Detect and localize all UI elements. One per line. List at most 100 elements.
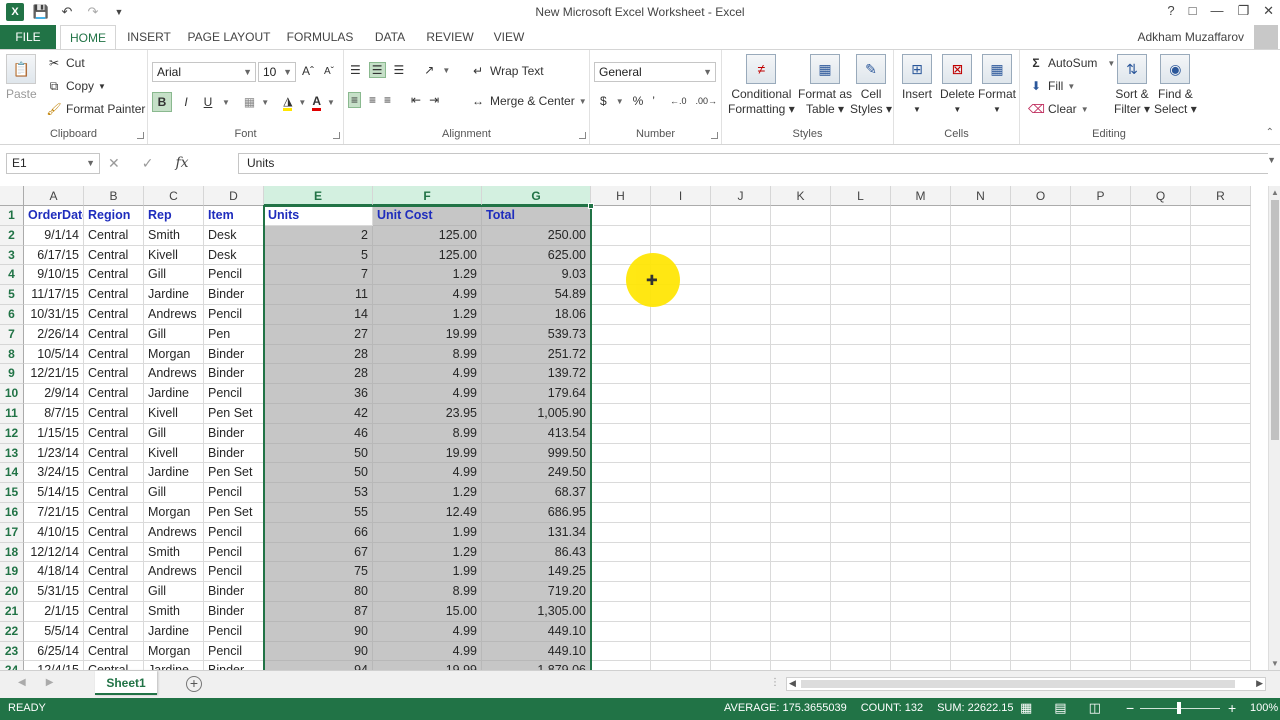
cell-j21[interactable] <box>711 602 771 622</box>
cell-k14[interactable] <box>771 463 831 484</box>
cell-n3[interactable] <box>951 245 1011 266</box>
cell-r3[interactable] <box>1191 245 1251 266</box>
scroll-up-icon[interactable]: ▲ <box>1271 188 1279 197</box>
cell-j18[interactable] <box>711 542 771 563</box>
cell-g4[interactable]: 9.03 <box>482 265 591 286</box>
cell-e9[interactable]: 28 <box>264 364 373 385</box>
cell-f23[interactable]: 4.99 <box>373 641 482 662</box>
cell-d4[interactable]: Pencil <box>204 265 264 286</box>
formula-input[interactable]: Units <box>238 153 1268 174</box>
cell-a8[interactable]: 10/5/14 <box>24 344 84 365</box>
cell-j6[interactable] <box>711 305 771 325</box>
cell-p15[interactable] <box>1071 483 1131 503</box>
cell-g9[interactable]: 139.72 <box>482 364 591 385</box>
cell-h17[interactable] <box>591 522 651 543</box>
italic-button[interactable]: I <box>178 95 194 109</box>
align-top-icon[interactable]: ☰ <box>350 63 361 77</box>
cell-p7[interactable] <box>1071 324 1131 345</box>
cell-a15[interactable]: 5/14/15 <box>24 483 84 503</box>
cell-m9[interactable] <box>891 364 951 385</box>
cell-q7[interactable] <box>1131 324 1191 345</box>
cell-m22[interactable] <box>891 621 951 642</box>
cell-p19[interactable] <box>1071 562 1131 583</box>
cell-k10[interactable] <box>771 384 831 404</box>
scroll-right-icon[interactable]: ▶ <box>1256 678 1263 689</box>
cell-q18[interactable] <box>1131 542 1191 563</box>
redo-icon[interactable]: ↷ <box>84 3 102 21</box>
worksheet-grid[interactable]: A B C D E F G H I J K L M N O P Q R 1 OrderDate Region Rep Ite… <box>0 186 1268 670</box>
cell-l4[interactable] <box>831 265 891 286</box>
cell-g3[interactable]: 625.00 <box>482 245 591 266</box>
cell-l13[interactable] <box>831 443 891 464</box>
cell-p14[interactable] <box>1071 463 1131 484</box>
page-break-view-icon[interactable]: ◫ <box>1089 700 1101 716</box>
cell-e18[interactable]: 67 <box>264 542 373 563</box>
row-header[interactable]: 20 <box>0 582 24 602</box>
cell-o22[interactable] <box>1011 621 1071 642</box>
cell-k23[interactable] <box>771 641 831 662</box>
cell-b14[interactable]: Central <box>84 463 144 484</box>
cell-d2[interactable]: Desk <box>204 225 264 246</box>
cell-d20[interactable]: Binder <box>204 582 264 602</box>
cell-b17[interactable]: Central <box>84 522 144 543</box>
cell-f15[interactable]: 1.29 <box>373 483 482 503</box>
cell-f3[interactable]: 125.00 <box>373 245 482 266</box>
cell-i11[interactable] <box>651 404 711 424</box>
cell-c5[interactable]: Jardine <box>144 285 204 305</box>
cell-l8[interactable] <box>831 344 891 365</box>
zoom-out-icon[interactable]: − <box>1126 700 1134 716</box>
cell-a24[interactable]: 12/4/15 <box>24 661 84 670</box>
cell-p6[interactable] <box>1071 305 1131 325</box>
cell-n7[interactable] <box>951 324 1011 345</box>
cell-a14[interactable]: 3/24/15 <box>24 463 84 484</box>
row-header[interactable]: 14 <box>0 463 24 484</box>
cell-a5[interactable]: 11/17/15 <box>24 285 84 305</box>
cell-k16[interactable] <box>771 503 831 523</box>
cell-h24[interactable] <box>591 661 651 670</box>
copy-button[interactable]: ⧉ Copy ▼ <box>46 79 106 93</box>
cell-r9[interactable] <box>1191 364 1251 385</box>
cell-o5[interactable] <box>1011 285 1071 305</box>
cell-b22[interactable]: Central <box>84 621 144 642</box>
cell-a6[interactable]: 10/31/15 <box>24 305 84 325</box>
cell-k11[interactable] <box>771 404 831 424</box>
cell-p1[interactable] <box>1071 206 1131 226</box>
cell-o10[interactable] <box>1011 384 1071 404</box>
cell-k17[interactable] <box>771 522 831 543</box>
cell-g18[interactable]: 86.43 <box>482 542 591 563</box>
cell-l18[interactable] <box>831 542 891 563</box>
save-icon[interactable]: 💾 <box>32 3 50 21</box>
cell-r20[interactable] <box>1191 582 1251 602</box>
customize-qat-icon[interactable]: ▼ <box>110 3 128 21</box>
cell-l11[interactable] <box>831 404 891 424</box>
cell-b3[interactable]: Central <box>84 245 144 266</box>
cell-p17[interactable] <box>1071 522 1131 543</box>
column-header[interactable]: D <box>204 186 264 206</box>
cell-b7[interactable]: Central <box>84 324 144 345</box>
cell-i19[interactable] <box>651 562 711 583</box>
merge-center-button[interactable]: ↔ Merge & Center ▼ <box>470 94 587 108</box>
cell-g5[interactable]: 54.89 <box>482 285 591 305</box>
cell-c7[interactable]: Gill <box>144 324 204 345</box>
cell-h2[interactable] <box>591 225 651 246</box>
cell-o15[interactable] <box>1011 483 1071 503</box>
cell-k13[interactable] <box>771 443 831 464</box>
cell-b12[interactable]: Central <box>84 423 144 444</box>
cell-j4[interactable] <box>711 265 771 286</box>
cell-g14[interactable]: 249.50 <box>482 463 591 484</box>
column-header[interactable]: O <box>1011 186 1071 206</box>
row-header[interactable]: 17 <box>0 522 24 543</box>
borders-icon[interactable]: ▦ <box>244 95 255 109</box>
cell-h9[interactable] <box>591 364 651 385</box>
cell-r16[interactable] <box>1191 503 1251 523</box>
cell-q9[interactable] <box>1131 364 1191 385</box>
cell-d11[interactable]: Pen Set <box>204 404 264 424</box>
dialog-launcher-icon[interactable] <box>137 132 144 139</box>
normal-view-icon[interactable]: ▦ <box>1020 700 1032 716</box>
name-box[interactable]: E1 ▼ <box>6 153 100 174</box>
zoom-slider-thumb[interactable] <box>1177 702 1181 714</box>
cell-i22[interactable] <box>651 621 711 642</box>
cell-j16[interactable] <box>711 503 771 523</box>
font-color-icon[interactable]: A <box>312 94 322 111</box>
cell-a19[interactable]: 4/18/14 <box>24 562 84 583</box>
